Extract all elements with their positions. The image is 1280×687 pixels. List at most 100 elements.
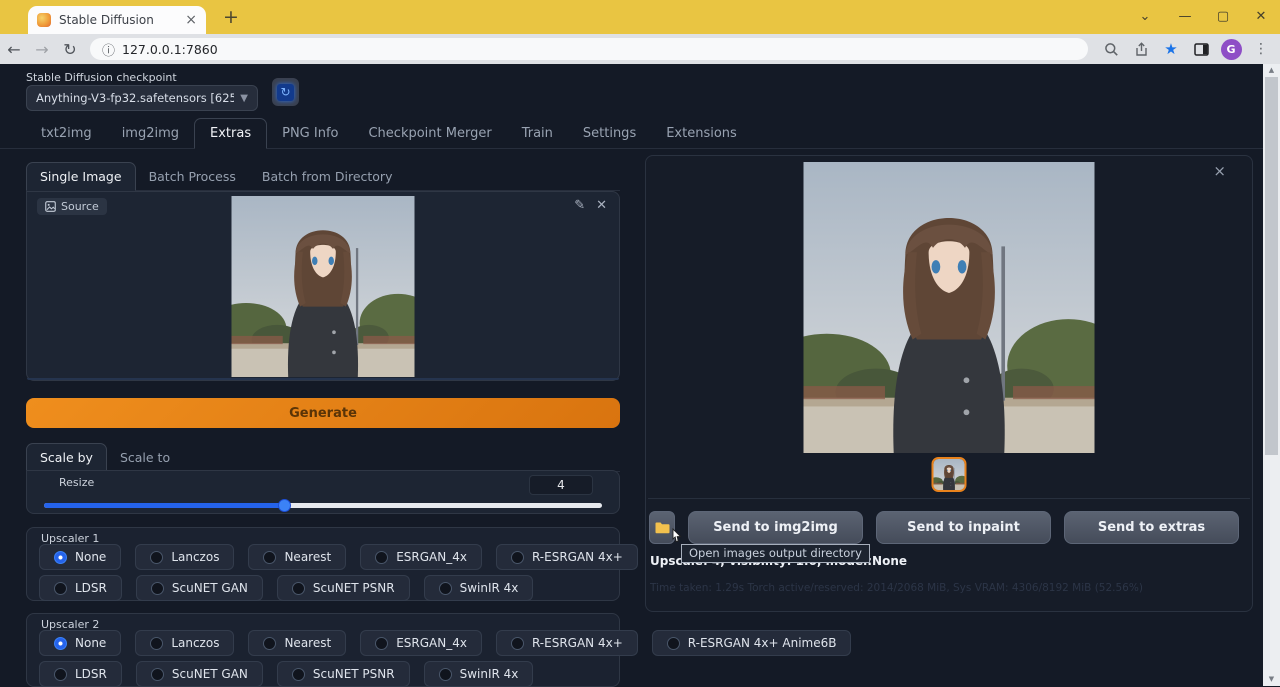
upscaler2-option-resrgan4x[interactable]: R-ESRGAN 4x+ [496,630,638,656]
upscaler2-option-none[interactable]: None [39,630,121,656]
upscaler2-option-esrgan4x[interactable]: ESRGAN_4x [360,630,482,656]
edit-pencil-icon[interactable]: ✎ [574,198,585,213]
result-image[interactable] [804,162,1095,453]
radio-icon [375,551,388,564]
extras-left-column: Single Image Batch Process Batch from Di… [26,163,620,686]
source-badge: Source [37,198,107,215]
refresh-icon: ↻ [277,84,294,101]
upscaler1-option-esrgan4x[interactable]: ESRGAN_4x [360,544,482,570]
resize-label: Resize [59,476,94,489]
upscaler2-option-ldsr[interactable]: LDSR [39,661,122,687]
upscaler2-option-nearest[interactable]: Nearest [248,630,346,656]
tab-close-icon[interactable]: × [185,13,197,27]
radio-icon [511,551,524,564]
page-scrollbar[interactable]: ▲ ▼ [1263,64,1280,686]
upscaler2-option-lanczos[interactable]: Lanczos [135,630,234,656]
resize-number-input[interactable]: 4 [529,475,593,495]
result-panel: × Send to img2img Send to inpaint Send t… [645,155,1253,612]
upscaler1-option-scunet-psnr[interactable]: ScuNET PSNR [277,575,410,601]
zoom-icon[interactable] [1098,38,1124,60]
tab-scale-by[interactable]: Scale by [26,443,107,472]
tab-img2img[interactable]: img2img [107,119,194,148]
resize-panel: Resize 4 [26,470,620,514]
radio-icon [439,668,452,681]
upscaler1-option-resrgan4x[interactable]: R-ESRGAN 4x+ [496,544,638,570]
upscaler1-option-scunet-gan[interactable]: ScuNET GAN [136,575,263,601]
close-result-icon[interactable]: × [1213,162,1226,180]
tab-txt2img[interactable]: txt2img [26,119,107,148]
tooltip: Open images output directory [681,544,870,563]
address-bar[interactable]: ⓘ 127.0.0.1:7860 [90,38,1088,60]
upscaler1-option-none[interactable]: None [39,544,121,570]
checkpoint-dropdown[interactable]: Anything-V3-fp32.safetensors [625a2ba2] … [26,85,258,111]
resize-handle[interactable] [27,378,619,380]
forward-icon[interactable]: → [28,40,56,59]
main-tabbar: txt2img img2img Extras PNG Info Checkpoi… [0,117,1263,149]
radio-icon [263,637,276,650]
upscaler1-option-nearest[interactable]: Nearest [248,544,346,570]
tab-batch-from-directory[interactable]: Batch from Directory [249,163,406,190]
scrollbar-thumb[interactable] [1265,77,1278,455]
tab-png-info[interactable]: PNG Info [267,119,353,148]
maximize-icon[interactable]: ▢ [1208,6,1238,28]
radio-icon [150,551,163,564]
refresh-checkpoints-button[interactable]: ↻ [272,78,299,106]
generate-button[interactable]: Generate [26,398,620,428]
browser-tab-strip: Stable Diffusion × + ⌄ — ▢ ✕ [0,0,1280,34]
resize-slider[interactable] [44,499,602,512]
slider-handle[interactable] [278,499,291,512]
send-to-img2img-button[interactable]: Send to img2img [688,511,863,544]
slider-fill [44,503,284,508]
upscaler-2-group: Upscaler 2 None Lanczos Nearest ESRGAN_4… [26,613,620,687]
upscaler2-option-scunet-gan[interactable]: ScuNET GAN [136,661,263,687]
source-image[interactable] [232,196,415,377]
scroll-up-icon[interactable]: ▲ [1263,64,1280,77]
radio-icon [292,668,305,681]
minimize-icon[interactable]: — [1170,6,1200,28]
radio-icon [292,582,305,595]
side-panel-icon[interactable] [1188,38,1214,60]
radio-icon [54,582,67,595]
source-image-dropzone[interactable]: Source ✎ ✕ [26,191,620,381]
site-info-icon[interactable]: ⓘ [102,40,115,59]
scroll-down-icon[interactable]: ▼ [1263,673,1280,686]
tab-settings[interactable]: Settings [568,119,651,148]
clear-image-icon[interactable]: ✕ [596,198,607,213]
new-tab-button[interactable]: + [218,5,244,31]
tab-scale-to[interactable]: Scale to [107,444,183,471]
scale-tabbar: Scale by Scale to [26,444,620,472]
radio-icon [54,637,67,650]
reload-icon[interactable]: ↻ [56,40,84,59]
tab-single-image[interactable]: Single Image [26,162,136,191]
upscaler1-option-ldsr[interactable]: LDSR [39,575,122,601]
extras-tabbar: Single Image Batch Process Batch from Di… [26,163,620,191]
tab-title: Stable Diffusion [59,13,185,27]
menu-kebab-icon[interactable]: ⋮ [1248,38,1274,60]
upscaler1-option-swinir4x[interactable]: SwinIR 4x [424,575,534,601]
favicon-icon [37,13,51,27]
tab-search-icon[interactable]: ⌄ [1130,6,1160,28]
tab-batch-process[interactable]: Batch Process [136,163,249,190]
send-to-inpaint-button[interactable]: Send to inpaint [876,511,1051,544]
radio-icon [511,637,524,650]
gallery-thumbnail[interactable] [932,457,967,492]
tab-checkpoint-merger[interactable]: Checkpoint Merger [353,119,506,148]
upscaler2-option-resrgan-anime6b[interactable]: R-ESRGAN 4x+ Anime6B [652,630,852,656]
tab-extensions[interactable]: Extensions [651,119,752,148]
radio-icon [54,668,67,681]
tab-train[interactable]: Train [507,119,568,148]
radio-icon [151,582,164,595]
upscaler2-option-swinir4x[interactable]: SwinIR 4x [424,661,534,687]
radio-icon [667,637,680,650]
upscaler1-option-lanczos[interactable]: Lanczos [135,544,234,570]
divider [648,498,1250,499]
tab-extras[interactable]: Extras [194,118,267,149]
browser-tab[interactable]: Stable Diffusion × [28,6,206,34]
bookmark-star-icon[interactable]: ★ [1158,38,1184,60]
upscaler2-option-scunet-psnr[interactable]: ScuNET PSNR [277,661,410,687]
send-to-extras-button[interactable]: Send to extras [1064,511,1239,544]
back-icon[interactable]: ← [0,40,28,59]
close-window-icon[interactable]: ✕ [1246,6,1276,28]
profile-avatar[interactable]: G [1218,38,1244,60]
share-icon[interactable] [1128,38,1154,60]
